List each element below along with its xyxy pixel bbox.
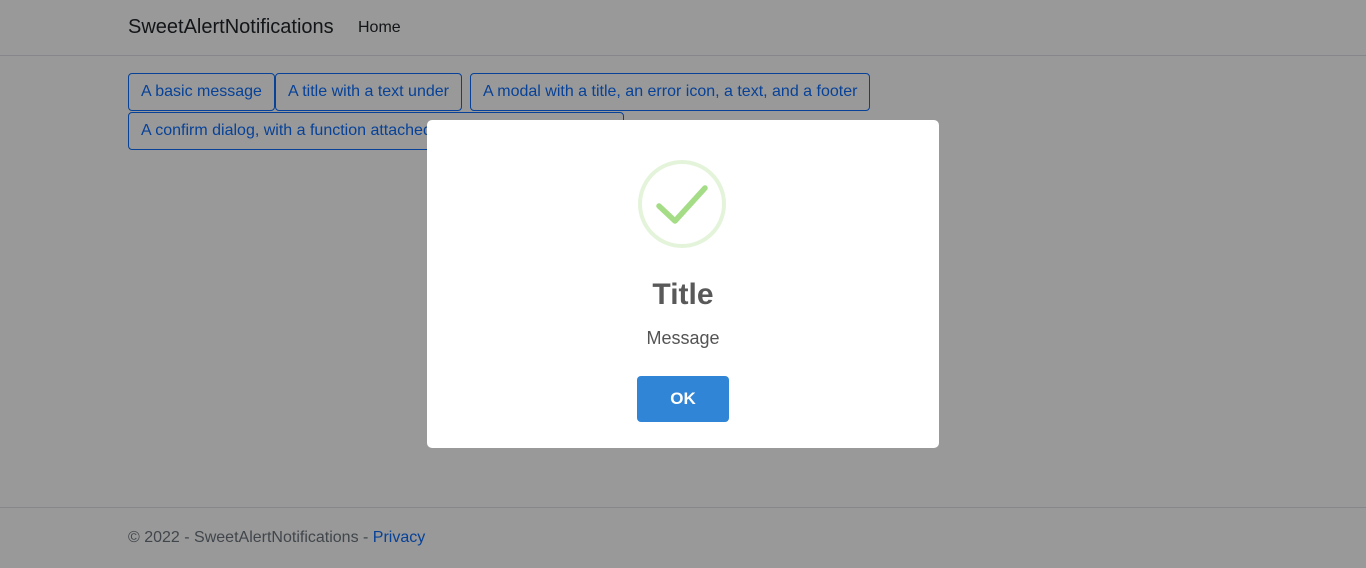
sweetalert-modal: Title Message OK bbox=[427, 120, 939, 448]
modal-title: Title bbox=[652, 278, 714, 311]
modal-message: Message bbox=[646, 328, 720, 348]
ok-button[interactable]: OK bbox=[637, 376, 729, 422]
success-check-icon bbox=[638, 160, 726, 248]
page: SweetAlertNotifications Home A basic mes… bbox=[0, 0, 1366, 568]
